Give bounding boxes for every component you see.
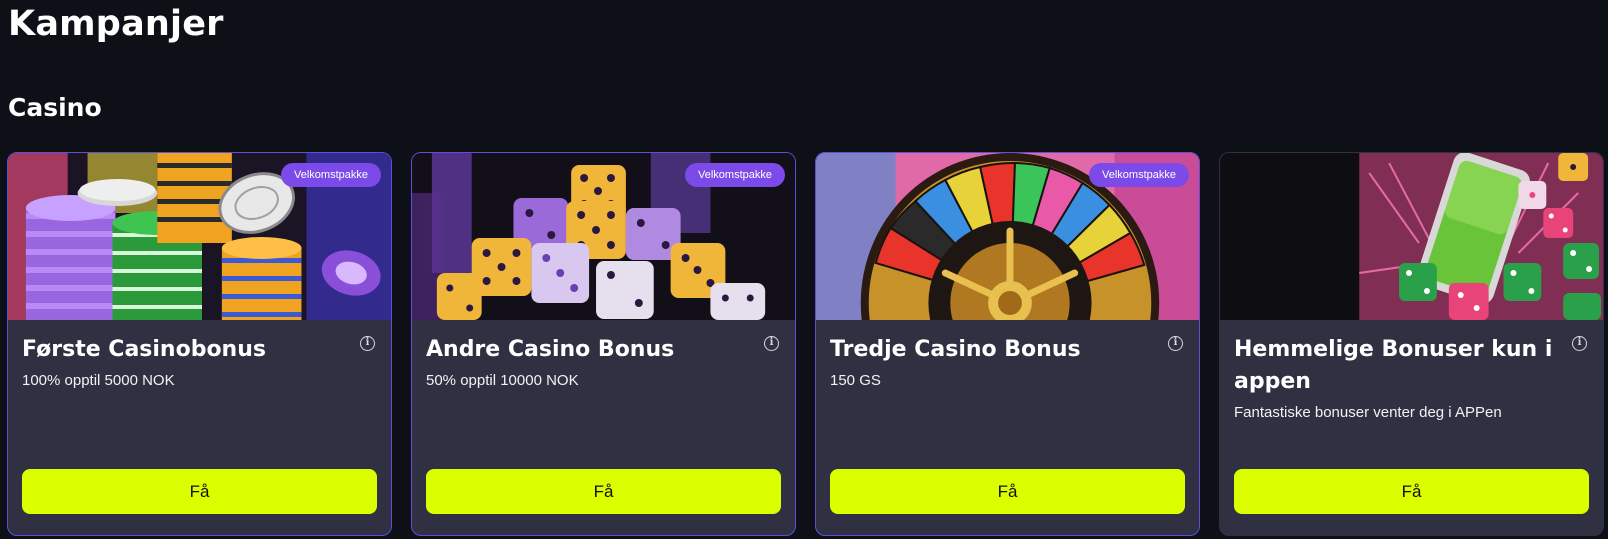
promo-card-second-casino-bonus[interactable]: Velkomstpakke Andre Casino Bonus i 50% o… [411,152,796,536]
promotion-cards: Velkomstpakke Første Casinobonus i 100% … [7,152,1604,536]
card-subtitle: Fantastiske bonuser venter deg i APPen [1234,404,1502,421]
card-title: Andre Casino Bonus [426,337,675,362]
card-body: Andre Casino Bonus i 50% opptil 10000 NO… [412,320,795,389]
phone-dice-image [1220,153,1603,320]
get-bonus-button[interactable]: Få [22,469,377,514]
card-body: Tredje Casino Bonus i 150 GS [816,320,1199,389]
card-subtitle: 150 GS [830,372,881,389]
info-icon[interactable]: i [764,336,779,351]
card-subtitle: 50% opptil 10000 NOK [426,372,579,389]
card-body: Første Casinobonus i 100% opptil 5000 NO… [8,320,391,389]
page-title: Kampanjer [8,4,224,44]
casino-chips-image: Velkomstpakke [8,153,391,320]
badge-welcome-package: Velkomstpakke [685,163,785,187]
card-subtitle: 100% opptil 5000 NOK [22,372,175,389]
get-bonus-button[interactable]: Få [830,469,1185,514]
card-title: Hemmelige Bonuser kun i appen [1234,337,1553,394]
promo-card-third-casino-bonus[interactable]: Velkomstpakke Tredje Casino Bonus i 150 … [815,152,1200,536]
get-bonus-button[interactable]: Få [1234,469,1589,514]
info-icon[interactable]: i [1572,336,1587,351]
get-bonus-button[interactable]: Få [426,469,781,514]
card-body: Hemmelige Bonuser kun i appen i Fantasti… [1220,320,1603,421]
promo-card-app-secret-bonuses[interactable]: Hemmelige Bonuser kun i appen i Fantasti… [1219,152,1604,536]
badge-welcome-package: Velkomstpakke [1089,163,1189,187]
card-title: Tredje Casino Bonus [830,337,1081,362]
card-title: Første Casinobonus [22,337,266,362]
section-title-casino: Casino [8,93,102,122]
dice-image: Velkomstpakke [412,153,795,320]
info-icon[interactable]: i [1168,336,1183,351]
roulette-wheel-image: Velkomstpakke [816,153,1199,320]
info-icon[interactable]: i [360,336,375,351]
promo-card-first-casino-bonus[interactable]: Velkomstpakke Første Casinobonus i 100% … [7,152,392,536]
badge-welcome-package: Velkomstpakke [281,163,381,187]
